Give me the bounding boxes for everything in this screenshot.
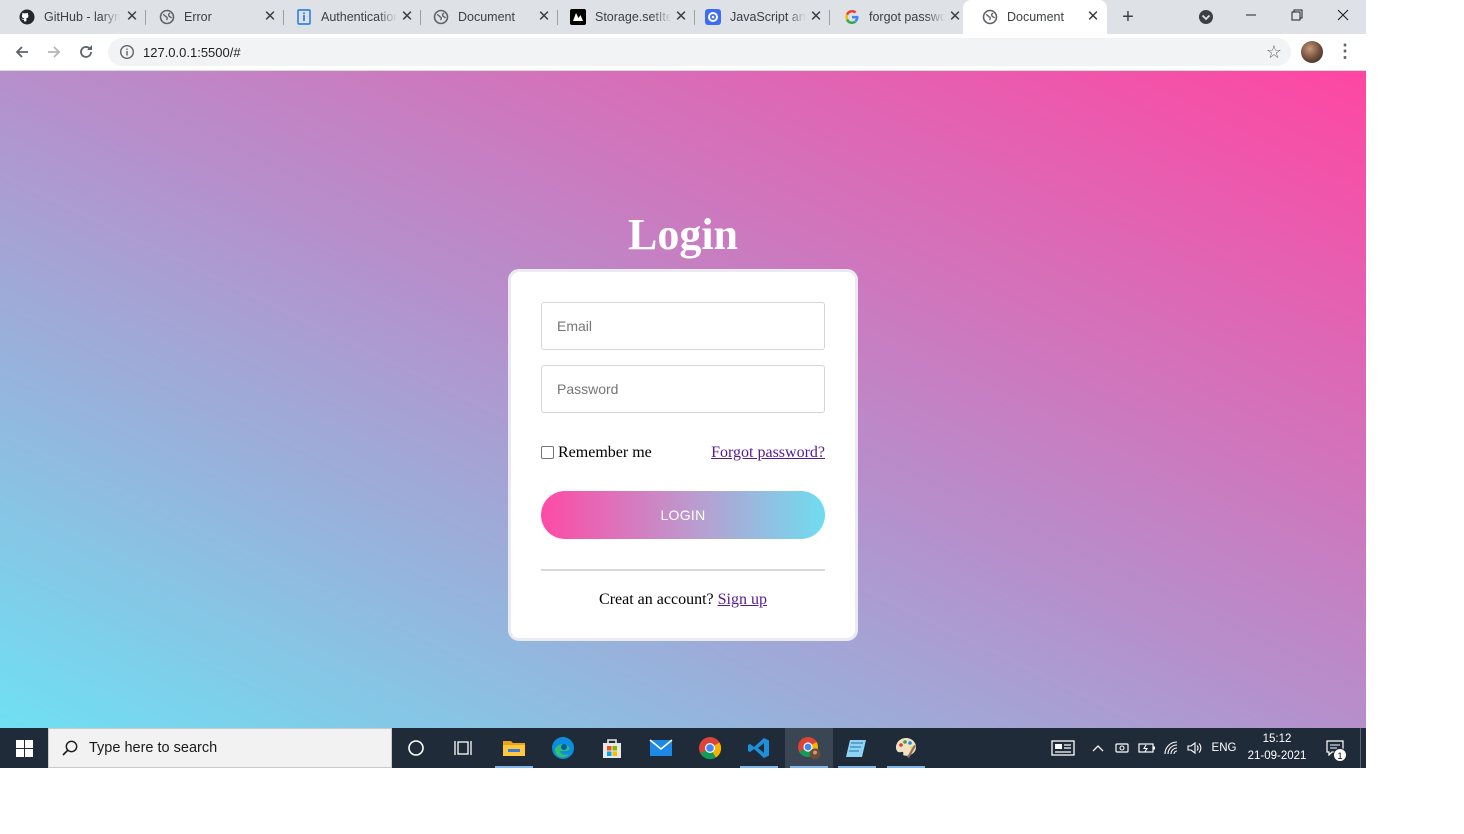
running-indicator: [495, 766, 533, 768]
back-button[interactable]: [10, 40, 34, 64]
google-icon: [844, 9, 860, 25]
reload-button[interactable]: [74, 40, 98, 64]
close-tab-icon[interactable]: ✕: [808, 9, 824, 25]
clock[interactable]: 15:12 21-09-2021: [1244, 731, 1310, 765]
signup-link[interactable]: Sign up: [718, 591, 767, 608]
search-icon: [62, 740, 78, 756]
doc-info-icon: [296, 9, 312, 25]
tab-search-icon[interactable]: [1197, 8, 1215, 26]
chrome-profile-icon[interactable]: [785, 728, 833, 768]
show-desktop-button[interactable]: [1360, 728, 1366, 768]
globe-icon: [982, 9, 998, 25]
edge-icon[interactable]: [539, 728, 587, 768]
tab-title: Document: [1007, 10, 1064, 24]
show-hidden-icons-icon[interactable]: [1088, 728, 1108, 768]
tab-javascript[interactable]: JavaScript and ✕: [686, 0, 830, 34]
store-icon[interactable]: [588, 728, 636, 768]
email-field[interactable]: [541, 302, 825, 350]
page-viewport: Login Remember me Forgot password? LOGIN…: [0, 71, 1366, 728]
start-button[interactable]: [0, 728, 48, 768]
running-indicator: [790, 766, 828, 768]
chrome-icon[interactable]: [686, 728, 734, 768]
notification-badge: 1: [1333, 748, 1347, 762]
tab-github[interactable]: GitHub - larym ✕: [0, 0, 146, 34]
signup-prompt: Creat an account?: [599, 591, 714, 608]
tab-document-active[interactable]: Document ✕: [963, 0, 1107, 34]
close-tab-icon[interactable]: ✕: [536, 9, 552, 25]
close-tab-icon[interactable]: ✕: [262, 9, 278, 25]
meet-now-icon[interactable]: [1112, 728, 1132, 768]
search-placeholder: Type here to search: [89, 740, 218, 756]
tab-forgot-password[interactable]: forgot passwo ✕: [825, 0, 969, 34]
js-site-icon: [705, 9, 721, 25]
battery-icon[interactable]: [1136, 728, 1158, 768]
volume-icon[interactable]: [1184, 728, 1206, 768]
address-bar[interactable]: 127.0.0.1:5500/# ☆: [108, 38, 1291, 66]
notification-center-icon[interactable]: 1: [1320, 728, 1350, 768]
remember-me-checkbox[interactable]: [541, 445, 554, 459]
clock-date: 21-09-2021: [1247, 750, 1307, 762]
url-text[interactable]: 127.0.0.1:5500/#: [143, 45, 241, 60]
tab-title: Error: [184, 10, 212, 24]
running-indicator: [838, 766, 876, 768]
restore-button[interactable]: [1274, 0, 1320, 30]
tab-error[interactable]: Error ✕: [140, 0, 284, 34]
language-indicator[interactable]: ENG: [1208, 728, 1240, 768]
news-widget-icon[interactable]: [1046, 728, 1080, 768]
mail-icon[interactable]: [637, 728, 685, 768]
notepad-icon[interactable]: [833, 728, 881, 768]
forward-button[interactable]: [42, 40, 66, 64]
page-title: Login: [627, 210, 739, 259]
tab-document-1[interactable]: Document ✕: [414, 0, 558, 34]
login-button[interactable]: LOGIN: [541, 491, 825, 539]
menu-icon[interactable]: ⋮: [1336, 42, 1354, 62]
remember-me-label: Remember me: [558, 444, 652, 461]
tab-title: JavaScript and: [730, 10, 806, 24]
windows-icon: [15, 739, 33, 757]
signup-row: Creat an account? Sign up: [511, 591, 855, 609]
close-tab-icon[interactable]: ✕: [1085, 9, 1101, 25]
login-card: Remember me Forgot password? LOGIN Creat…: [508, 269, 858, 641]
password-field[interactable]: [541, 365, 825, 413]
cortana-icon[interactable]: [392, 728, 440, 768]
tab-title: Storage.setItem: [595, 10, 671, 24]
tab-storage-setitem[interactable]: Storage.setItem ✕: [551, 0, 695, 34]
new-tab-button[interactable]: +: [1116, 6, 1140, 30]
vscode-icon[interactable]: [735, 728, 783, 768]
browser-toolbar: 127.0.0.1:5500/# ☆ ⋮: [0, 34, 1366, 71]
screen: GitHub - larym ✕ Error ✕ Authentication …: [0, 0, 1366, 768]
close-tab-icon[interactable]: ✕: [399, 9, 415, 25]
task-view-icon[interactable]: [440, 728, 488, 768]
close-tab-icon[interactable]: ✕: [124, 9, 140, 25]
tab-authentication[interactable]: Authentication ✕: [277, 0, 421, 34]
running-indicator: [740, 766, 778, 768]
paint-icon[interactable]: [882, 728, 930, 768]
github-icon: [19, 9, 35, 25]
tab-title: Document: [458, 10, 515, 24]
remember-me[interactable]: Remember me: [541, 444, 652, 462]
globe-icon: [433, 9, 449, 25]
bookmark-star-icon[interactable]: ☆: [1266, 42, 1282, 62]
mdn-icon: [570, 9, 586, 25]
tab-strip: GitHub - larym ✕ Error ✕ Authentication …: [0, 0, 1366, 34]
globe-icon: [159, 9, 175, 25]
tab-title: Authentication: [321, 10, 397, 24]
wifi-icon[interactable]: [1162, 728, 1182, 768]
minimize-button[interactable]: [1228, 0, 1274, 30]
forgot-password-link[interactable]: Forgot password?: [711, 444, 825, 462]
profile-avatar[interactable]: [1301, 41, 1323, 63]
clock-time: 15:12: [1262, 733, 1292, 745]
close-tab-icon[interactable]: ✕: [947, 9, 963, 25]
tab-title: forgot passwo: [869, 10, 945, 24]
taskbar-search[interactable]: Type here to search: [48, 728, 392, 768]
close-window-button[interactable]: [1320, 0, 1366, 30]
tab-title: GitHub - larym: [44, 10, 120, 24]
taskbar: Type here to search ENG 15:12 21-09-2021…: [0, 728, 1366, 768]
file-explorer-icon[interactable]: [490, 728, 538, 768]
site-info-icon[interactable]: [119, 44, 135, 60]
divider: [541, 569, 825, 571]
running-indicator: [887, 766, 925, 768]
